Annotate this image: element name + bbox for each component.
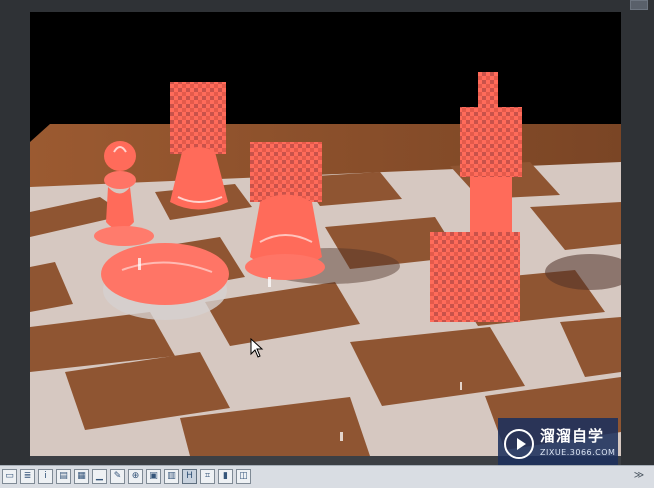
expand-icon[interactable]: ≫ [632, 469, 646, 483]
target-icon[interactable]: ⊕ [128, 469, 143, 484]
window-icon[interactable]: ◫ [236, 469, 251, 484]
panel-icon[interactable]: ▭ [2, 469, 17, 484]
h-icon[interactable]: H [182, 469, 197, 484]
table-icon[interactable]: ▤ [56, 469, 71, 484]
window-right-frame [621, 0, 654, 466]
list-icon[interactable]: ≣ [20, 469, 35, 484]
grid-small-icon[interactable]: ▦ [74, 469, 89, 484]
watermark-subtitle: ZIXUE.3066.COM [540, 448, 616, 457]
render-window: 溜溜自学 ZIXUE.3066.COM ▭ ≣ i ▤ ▦ ▁ ✎ ⊕ ▣ ▥ … [0, 0, 654, 488]
watermark-badge: 溜溜自学 ZIXUE.3066.COM [498, 418, 618, 472]
window-left-frame [0, 0, 30, 466]
render-viewport[interactable] [30, 12, 621, 456]
bottom-toolbar: ▭ ≣ i ▤ ▦ ▁ ✎ ⊕ ▣ ▥ H ⌗ ▮ ◫ ≫ [0, 465, 654, 488]
bars-icon[interactable]: ▮ [218, 469, 233, 484]
chart-icon[interactable]: ▁ [92, 469, 107, 484]
watermark-title: 溜溜自学 [540, 427, 605, 445]
window-corner-button[interactable] [630, 0, 648, 10]
play-logo-icon [504, 429, 534, 459]
chess-scene [30, 12, 621, 456]
edit-icon[interactable]: ✎ [110, 469, 125, 484]
mouse-cursor-icon [250, 338, 264, 358]
image-icon[interactable]: ▣ [146, 469, 161, 484]
info-icon[interactable]: i [38, 469, 53, 484]
rook-piece [170, 82, 228, 210]
grid-icon[interactable]: ▥ [164, 469, 179, 484]
crop-icon[interactable]: ⌗ [200, 469, 215, 484]
window-top-frame [0, 0, 654, 12]
round-base-piece [101, 243, 229, 320]
